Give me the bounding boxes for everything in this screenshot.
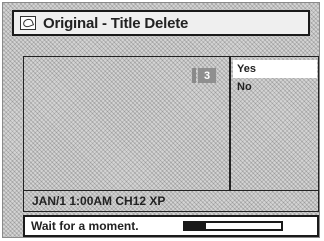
confirm-menu: Yes No [231,57,318,190]
recording-info-bar: JAN/1 1:00AM CH12 XP [23,191,319,212]
menu-item-yes[interactable]: Yes [233,60,317,78]
recording-info: JAN/1 1:00AM CH12 XP [32,194,166,208]
status-bar: Wait for a moment. [23,215,319,237]
disc-icon [20,16,36,30]
status-message: Wait for a moment. [31,219,139,233]
title-number-badge: 3 [192,67,224,84]
progress-bar [183,221,283,231]
progress-fill [185,223,207,229]
number-marker-icon [192,68,196,83]
main-panel: 3 Yes No [23,56,319,191]
menu-item-no[interactable]: No [233,78,317,96]
title-number: 3 [198,68,216,83]
page-title: Original - Title Delete [43,14,189,32]
title-preview: 3 [24,57,229,190]
delete-screen: Original - Title Delete 3 Yes No JAN/1 1… [2,2,320,238]
title-bar: Original - Title Delete [12,10,310,36]
